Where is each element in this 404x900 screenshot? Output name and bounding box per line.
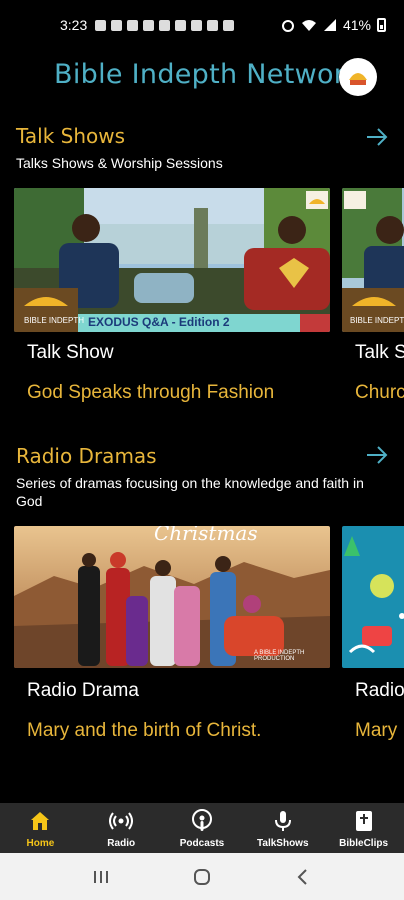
nav-label: Home xyxy=(26,838,55,849)
section-subtitle: Talks Shows & Worship Sessions xyxy=(16,155,223,171)
section-subtitle: Series of dramas focusing on the knowled… xyxy=(16,475,364,509)
radio-drama-card[interactable]: Christmas A BIBLE INDEPTH PRODUCTION Rad… xyxy=(14,526,330,756)
bible-icon xyxy=(355,811,372,831)
card-type-label: Talk Show xyxy=(27,342,114,363)
thumbnail-badge: BIBLE INDEPTH xyxy=(24,316,85,325)
app-icon xyxy=(207,19,219,31)
arrow-right-icon[interactable] xyxy=(364,442,390,468)
radio-drama-card[interactable]: Radio Mary xyxy=(342,526,404,756)
system-navigation-bar xyxy=(0,853,404,900)
card-title: Mary xyxy=(355,720,398,741)
play-store-icon xyxy=(191,19,203,31)
facebook-icon xyxy=(95,19,107,31)
microphone-icon xyxy=(274,811,291,831)
recents-icon xyxy=(93,870,108,883)
app-header: Bible Indepth Network xyxy=(0,52,404,104)
notification-icons xyxy=(95,19,235,31)
talk-show-card[interactable]: BIBLE INDEPTH EXODUS Q&A - Edition 2 Tal… xyxy=(14,188,330,418)
nav-item-talkshows[interactable]: TalkShows xyxy=(242,803,323,853)
nav-item-radio[interactable]: Radio xyxy=(81,803,162,853)
app-title: Bible Indepth Network xyxy=(54,59,362,90)
recents-button[interactable] xyxy=(86,862,116,892)
talk-show-card[interactable]: BIBLE INDEPTH Talk Show Church xyxy=(342,188,404,418)
home-button[interactable] xyxy=(187,862,217,892)
radio-dramas-section: Radio Dramas Series of dramas focusing o… xyxy=(0,442,404,762)
home-icon xyxy=(31,812,50,830)
section-title: Radio Dramas xyxy=(16,444,157,468)
signal-icon xyxy=(323,19,336,31)
home-square-icon xyxy=(193,868,210,885)
nav-item-podcasts[interactable]: Podcasts xyxy=(162,803,243,853)
card-thumbnail: BIBLE INDEPTH EXODUS Q&A - Edition 2 xyxy=(14,188,330,332)
thumbnail-credit: A BIBLE INDEPTH PRODUCTION xyxy=(254,650,305,662)
google-icon xyxy=(159,19,171,31)
back-chevron-icon xyxy=(297,868,308,885)
nav-label: TalkShows xyxy=(257,838,309,849)
thumbnail-caption: Christmas xyxy=(154,526,258,545)
alarm-icon xyxy=(111,19,123,31)
card-thumbnail: BIBLE INDEPTH xyxy=(342,188,404,332)
nav-label: Radio xyxy=(107,838,136,849)
nav-label: Podcasts xyxy=(179,838,225,849)
section-title: Talk Shows xyxy=(16,124,126,148)
talk-shows-carousel[interactable]: BIBLE INDEPTH EXODUS Q&A - Edition 2 Tal… xyxy=(14,188,404,418)
card-type-label: Radio xyxy=(355,680,404,701)
profile-avatar[interactable] xyxy=(339,58,377,96)
podcast-icon xyxy=(191,809,212,831)
card-title: Mary and the birth of Christ. xyxy=(27,720,262,741)
radio-dramas-carousel[interactable]: Christmas A BIBLE INDEPTH PRODUCTION Rad… xyxy=(14,526,404,756)
gallery-icon xyxy=(175,19,187,31)
wifi-icon xyxy=(301,20,316,31)
card-thumbnail: Christmas A BIBLE INDEPTH PRODUCTION xyxy=(14,526,330,668)
battery-icon xyxy=(377,18,386,32)
back-button[interactable] xyxy=(288,862,318,892)
card-thumbnail xyxy=(342,526,404,668)
system-status: 41% xyxy=(281,17,386,33)
card-type-label: Radio Drama xyxy=(27,680,139,701)
arrow-right-icon[interactable] xyxy=(364,124,390,150)
card-type-label: Talk Show xyxy=(355,342,404,363)
bible-indepth-logo-icon xyxy=(342,61,374,93)
card-title: God Speaks through Fashion xyxy=(27,382,275,403)
alarm-clock-icon xyxy=(281,20,294,32)
nav-item-home[interactable]: Home xyxy=(0,803,81,853)
talk-shows-section: Talk Shows Talks Shows & Worship Session… xyxy=(0,122,404,422)
status-time: 3:23 xyxy=(60,17,88,33)
app-icon xyxy=(223,19,235,31)
nav-label: BibleClips xyxy=(339,838,389,849)
battery-percent: 41% xyxy=(342,17,371,33)
status-bar: 3:23 41% xyxy=(0,0,404,50)
cloud-icon xyxy=(127,19,139,31)
nav-item-bibleclips[interactable]: BibleClips xyxy=(323,803,404,853)
thumbnail-badge: BIBLE INDEPTH xyxy=(350,316,404,325)
radio-broadcast-icon xyxy=(109,812,134,830)
card-title: Church xyxy=(355,382,404,403)
check-icon xyxy=(143,19,155,31)
thumbnail-caption: EXODUS Q&A - Edition 2 xyxy=(88,315,230,329)
bottom-navigation: Home Radio Podcasts TalkShows BibleClips xyxy=(0,803,404,853)
